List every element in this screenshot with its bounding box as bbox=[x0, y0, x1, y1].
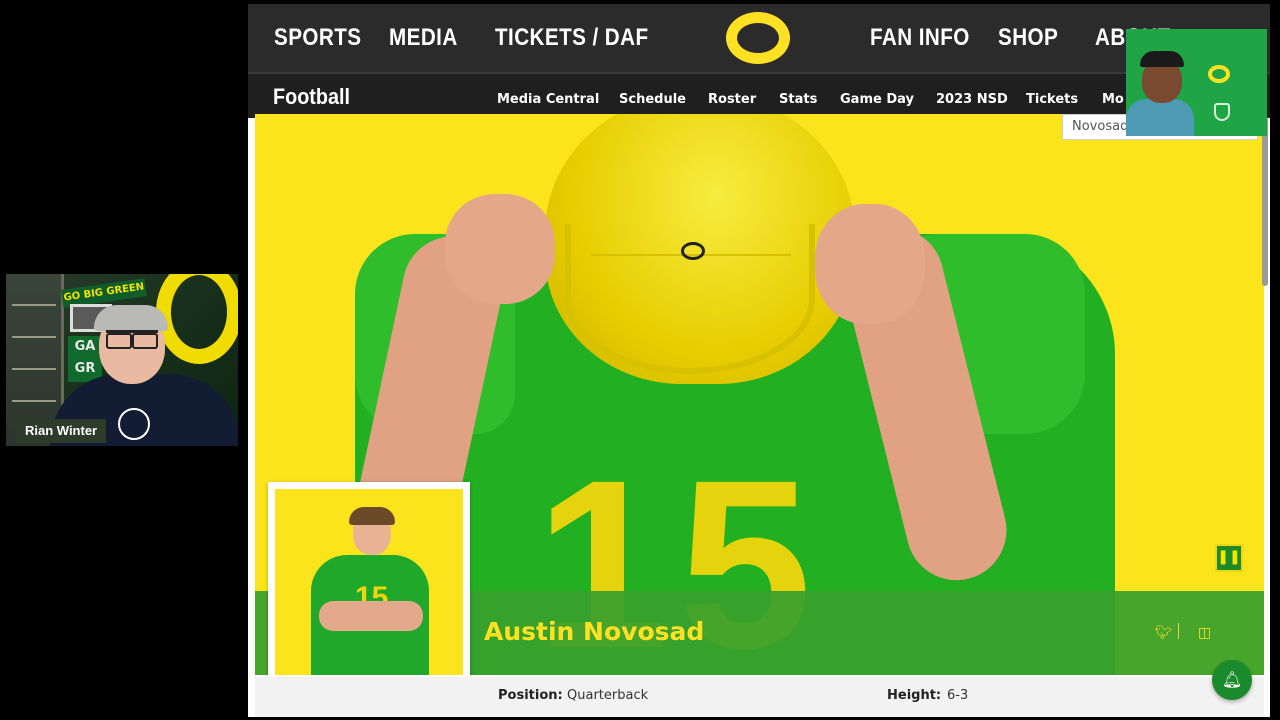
guest-cap bbox=[1140, 51, 1184, 67]
guest-body bbox=[1126, 99, 1194, 136]
top-navigation: SPORTS MEDIA TICKETS / DAF FAN INFO SHOP… bbox=[248, 4, 1270, 72]
player-headshot-card: 15 bbox=[268, 482, 470, 682]
backdrop-o-logo-icon bbox=[1208, 65, 1230, 83]
sport-subnav: Football Media Central Schedule Roster S… bbox=[248, 72, 1270, 118]
instagram-icon[interactable]: ◫ bbox=[1198, 625, 1211, 641]
subnav-schedule[interactable]: Schedule bbox=[619, 92, 686, 107]
subnav-tickets[interactable]: Tickets bbox=[1026, 92, 1078, 107]
subnav-game-day[interactable]: Game Day bbox=[840, 92, 914, 107]
person-glasses bbox=[106, 330, 158, 349]
subnav-roster[interactable]: Roster bbox=[708, 92, 756, 107]
pause-icon[interactable]: ❚❚ bbox=[1215, 544, 1243, 572]
height-label: Height: bbox=[887, 688, 942, 703]
webcam-feed-left: GO BIG GREEN GA GR Rian Winter bbox=[6, 274, 238, 446]
helmet-o-icon bbox=[681, 242, 705, 260]
twitter-icon[interactable]: 🐦︎ bbox=[1155, 625, 1173, 641]
nav-fan-info[interactable]: FAN INFO bbox=[870, 24, 970, 52]
hoodie-logo-icon bbox=[118, 408, 150, 440]
nav-sports[interactable]: SPORTS bbox=[274, 24, 361, 52]
player-info-row: Position: Quarterback Height: 6-3 bbox=[255, 677, 1264, 717]
webcam-feed-right bbox=[1126, 29, 1267, 136]
subnav-stats[interactable]: Stats bbox=[779, 92, 817, 107]
nav-media[interactable]: MEDIA bbox=[389, 24, 458, 52]
headshot-arms bbox=[319, 601, 423, 631]
notification-bell-icon[interactable]: 🔔︎ bbox=[1212, 660, 1252, 700]
headshot-hair bbox=[349, 507, 395, 525]
oregon-o-logo-icon[interactable] bbox=[726, 12, 790, 64]
page-scrollbar[interactable] bbox=[1262, 116, 1268, 286]
subnav-2023-nsd[interactable]: 2023 NSD bbox=[936, 92, 1008, 107]
website-viewport: SPORTS MEDIA TICKETS / DAF FAN INFO SHOP… bbox=[248, 4, 1270, 717]
subnav-more[interactable]: Mo bbox=[1102, 92, 1124, 107]
hero-hand-right bbox=[815, 204, 925, 324]
nav-tickets-daf[interactable]: TICKETS / DAF bbox=[495, 24, 649, 52]
height-value: 6-3 bbox=[947, 688, 969, 703]
nav-shop[interactable]: SHOP bbox=[998, 24, 1058, 52]
sport-title[interactable]: Football bbox=[273, 84, 350, 110]
hero-hand-left bbox=[445, 194, 555, 304]
position-label: Position: bbox=[498, 688, 563, 703]
backdrop-pac12-icon bbox=[1214, 103, 1230, 121]
player-headshot: 15 bbox=[275, 489, 463, 675]
person-cap bbox=[94, 305, 168, 331]
subnav-media-central[interactable]: Media Central bbox=[497, 92, 599, 107]
player-name: Austin Novosad bbox=[484, 617, 705, 646]
position-value: Quarterback bbox=[567, 688, 649, 703]
wall-sign: GA GR bbox=[68, 336, 102, 382]
social-divider bbox=[1178, 623, 1179, 639]
participant-name-tag: Rian Winter bbox=[16, 419, 107, 443]
